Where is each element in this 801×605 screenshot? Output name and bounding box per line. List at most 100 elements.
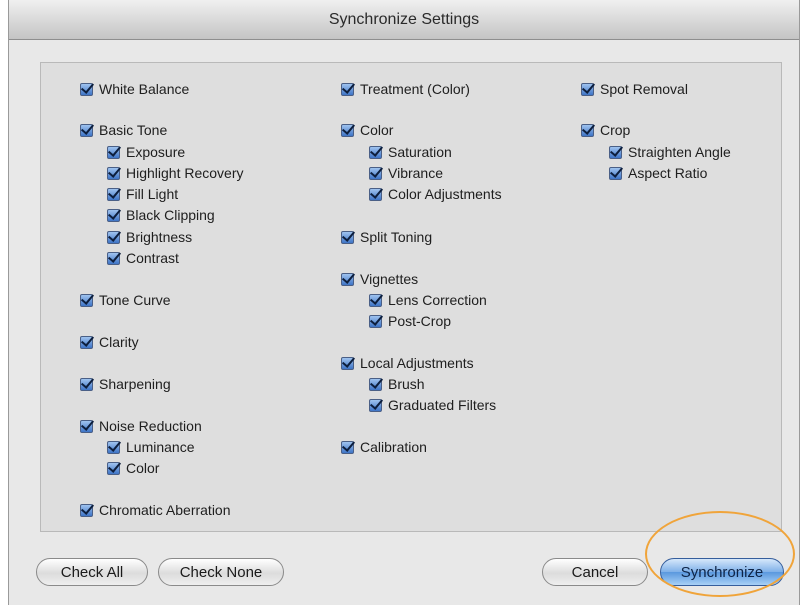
checkbox-checked-icon[interactable] bbox=[609, 166, 622, 180]
checkbox-checked-icon[interactable] bbox=[609, 145, 622, 159]
setting-split-toning[interactable]: Split Toning bbox=[341, 227, 432, 247]
synchronize-settings-dialog: Synchronize Settings White Balance Basic… bbox=[8, 0, 800, 605]
setting-label: Fill Light bbox=[126, 186, 179, 202]
setting-label: Luminance bbox=[126, 439, 195, 455]
setting-vibrance[interactable]: Vibrance bbox=[369, 163, 443, 183]
setting-contrast[interactable]: Contrast bbox=[107, 248, 179, 268]
checkbox-checked-icon[interactable] bbox=[341, 82, 354, 96]
check-none-button[interactable]: Check None bbox=[158, 558, 284, 586]
setting-label: Chromatic Aberration bbox=[99, 502, 231, 518]
setting-noise-reduction[interactable]: Noise Reduction bbox=[80, 416, 202, 436]
checkbox-checked-icon[interactable] bbox=[369, 314, 382, 328]
checkbox-checked-icon[interactable] bbox=[341, 440, 354, 454]
setting-post-crop[interactable]: Post-Crop bbox=[369, 311, 451, 331]
checkbox-checked-icon[interactable] bbox=[369, 293, 382, 307]
checkbox-checked-icon[interactable] bbox=[80, 419, 93, 433]
checkbox-checked-icon[interactable] bbox=[341, 272, 354, 286]
checkbox-checked-icon[interactable] bbox=[581, 123, 594, 137]
setting-label: Graduated Filters bbox=[388, 397, 497, 413]
setting-aspect-ratio[interactable]: Aspect Ratio bbox=[609, 163, 707, 183]
checkbox-checked-icon[interactable] bbox=[80, 293, 93, 307]
setting-straighten-angle[interactable]: Straighten Angle bbox=[609, 142, 731, 162]
checkbox-checked-icon[interactable] bbox=[341, 123, 354, 137]
setting-label: Color bbox=[126, 460, 160, 476]
setting-label: Noise Reduction bbox=[99, 418, 202, 434]
checkbox-checked-icon[interactable] bbox=[341, 230, 354, 244]
setting-label: Black Clipping bbox=[126, 207, 215, 223]
setting-label: Basic Tone bbox=[99, 122, 168, 138]
checkbox-checked-icon[interactable] bbox=[581, 82, 594, 96]
setting-luminance[interactable]: Luminance bbox=[107, 437, 195, 457]
setting-label: Vibrance bbox=[388, 165, 444, 181]
setting-label: Brush bbox=[388, 376, 425, 392]
checkbox-checked-icon[interactable] bbox=[107, 230, 120, 244]
checkbox-checked-icon[interactable] bbox=[80, 377, 93, 391]
setting-calibration[interactable]: Calibration bbox=[341, 437, 427, 457]
check-all-button[interactable]: Check All bbox=[36, 558, 148, 586]
checkbox-checked-icon[interactable] bbox=[341, 356, 354, 370]
setting-label: Contrast bbox=[126, 250, 179, 266]
setting-label: Treatment (Color) bbox=[360, 81, 470, 97]
checkbox-checked-icon[interactable] bbox=[107, 461, 120, 475]
setting-vignettes[interactable]: Vignettes bbox=[341, 269, 418, 289]
setting-label: Saturation bbox=[388, 144, 452, 160]
setting-saturation[interactable]: Saturation bbox=[369, 142, 452, 162]
cancel-button[interactable]: Cancel bbox=[542, 558, 648, 586]
setting-label: Local Adjustments bbox=[360, 355, 474, 371]
checkbox-checked-icon[interactable] bbox=[369, 187, 382, 201]
checkbox-checked-icon[interactable] bbox=[80, 82, 93, 96]
checkbox-checked-icon[interactable] bbox=[107, 187, 120, 201]
setting-tone-curve[interactable]: Tone Curve bbox=[80, 290, 171, 310]
setting-label: Aspect Ratio bbox=[628, 165, 708, 181]
setting-chromatic-aberration[interactable]: Chromatic Aberration bbox=[80, 500, 231, 520]
setting-basic-tone[interactable]: Basic Tone bbox=[80, 120, 167, 140]
setting-brush[interactable]: Brush bbox=[369, 374, 425, 394]
checkbox-checked-icon[interactable] bbox=[107, 440, 120, 454]
checkbox-checked-icon[interactable] bbox=[107, 208, 120, 222]
checkbox-checked-icon[interactable] bbox=[369, 145, 382, 159]
setting-clarity[interactable]: Clarity bbox=[80, 332, 139, 352]
setting-label: Spot Removal bbox=[600, 81, 688, 97]
settings-panel: White Balance Basic Tone Exposure Highli… bbox=[40, 62, 782, 532]
setting-label: White Balance bbox=[99, 81, 190, 97]
checkbox-checked-icon[interactable] bbox=[80, 503, 93, 517]
setting-treatment-color[interactable]: Treatment (Color) bbox=[341, 79, 470, 99]
setting-lens-correction[interactable]: Lens Correction bbox=[369, 290, 487, 310]
synchronize-button[interactable]: Synchronize bbox=[660, 558, 784, 586]
setting-brightness[interactable]: Brightness bbox=[107, 227, 192, 247]
setting-white-balance[interactable]: White Balance bbox=[80, 79, 189, 99]
checkbox-checked-icon[interactable] bbox=[369, 377, 382, 391]
setting-label: Lens Correction bbox=[388, 292, 487, 308]
setting-noise-color[interactable]: Color bbox=[107, 458, 159, 478]
checkbox-checked-icon[interactable] bbox=[107, 145, 120, 159]
setting-label: Straighten Angle bbox=[628, 144, 731, 160]
setting-color[interactable]: Color bbox=[341, 120, 393, 140]
checkbox-checked-icon[interactable] bbox=[107, 251, 120, 265]
setting-label: Highlight Recovery bbox=[126, 165, 244, 181]
checkbox-checked-icon[interactable] bbox=[369, 166, 382, 180]
checkbox-checked-icon[interactable] bbox=[80, 123, 93, 137]
setting-label: Color bbox=[360, 122, 394, 138]
window-title: Synchronize Settings bbox=[9, 0, 799, 40]
checkbox-checked-icon[interactable] bbox=[369, 398, 382, 412]
setting-spot-removal[interactable]: Spot Removal bbox=[581, 79, 688, 99]
setting-black-clipping[interactable]: Black Clipping bbox=[107, 205, 215, 225]
setting-color-adjustments[interactable]: Color Adjustments bbox=[369, 184, 502, 204]
checkbox-checked-icon[interactable] bbox=[80, 335, 93, 349]
setting-label: Exposure bbox=[126, 144, 186, 160]
checkbox-checked-icon[interactable] bbox=[107, 166, 120, 180]
setting-label: Tone Curve bbox=[99, 292, 171, 308]
setting-sharpening[interactable]: Sharpening bbox=[80, 374, 171, 394]
setting-label: Color Adjustments bbox=[388, 186, 502, 202]
setting-crop[interactable]: Crop bbox=[581, 120, 630, 140]
setting-label: Clarity bbox=[99, 334, 139, 350]
setting-highlight-recovery[interactable]: Highlight Recovery bbox=[107, 163, 244, 183]
setting-label: Split Toning bbox=[360, 229, 433, 245]
setting-fill-light[interactable]: Fill Light bbox=[107, 184, 178, 204]
setting-label: Vignettes bbox=[360, 271, 419, 287]
setting-exposure[interactable]: Exposure bbox=[107, 142, 185, 162]
setting-local-adjustments[interactable]: Local Adjustments bbox=[341, 353, 474, 373]
setting-label: Crop bbox=[600, 122, 631, 138]
setting-label: Post-Crop bbox=[388, 313, 452, 329]
setting-graduated-filters[interactable]: Graduated Filters bbox=[369, 395, 496, 415]
